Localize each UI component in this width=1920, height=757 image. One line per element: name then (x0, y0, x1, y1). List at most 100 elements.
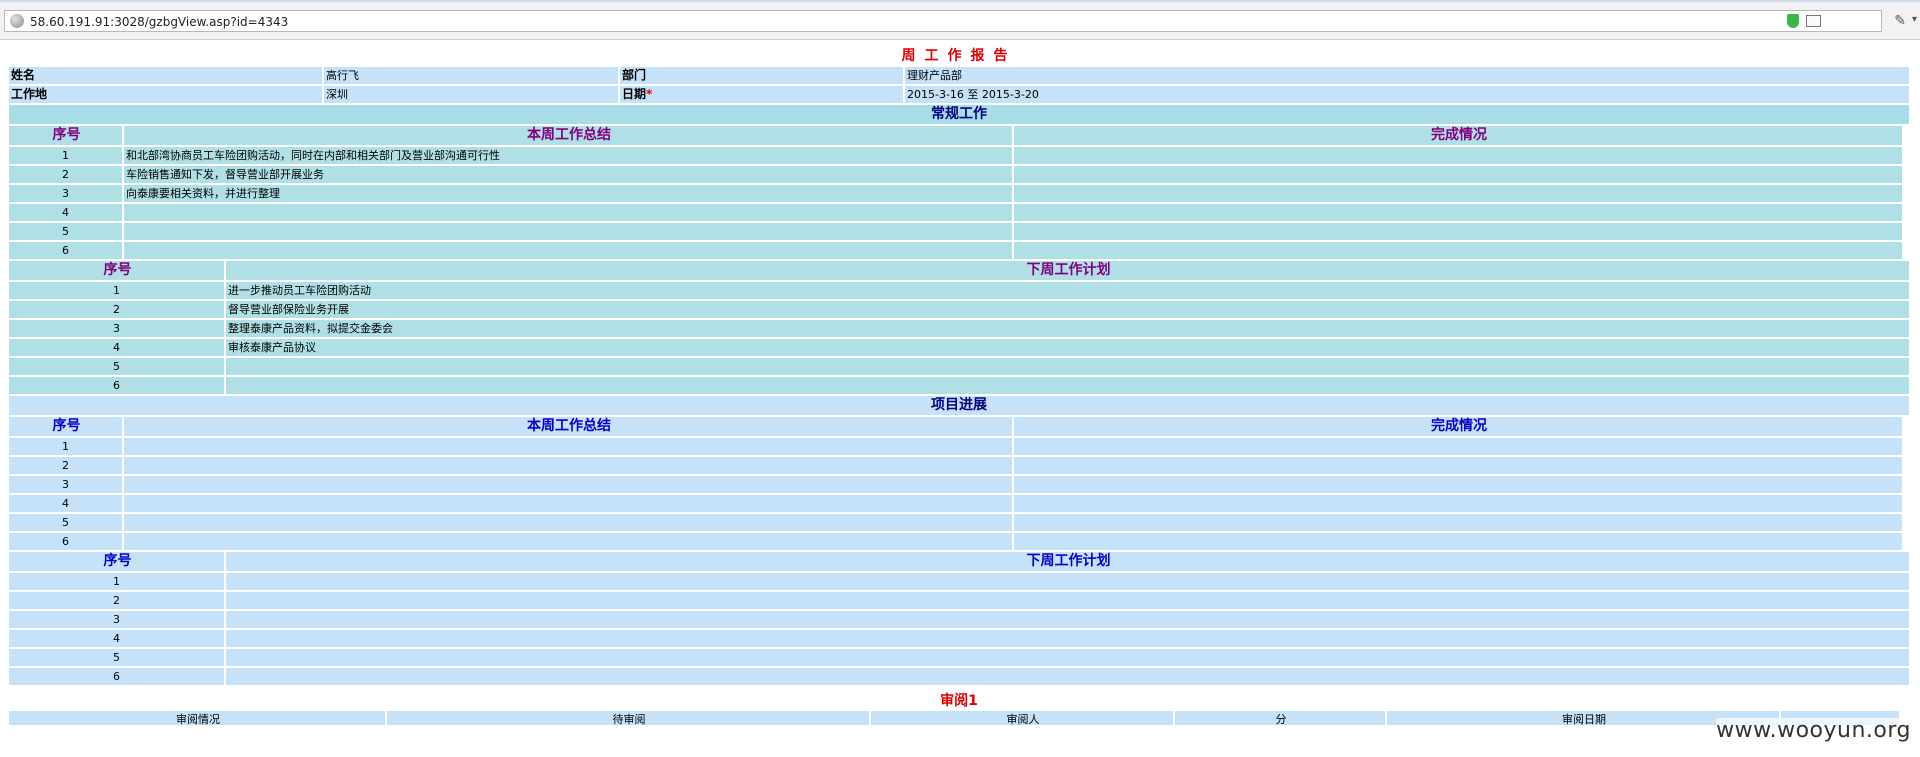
col-header-plan: 下周工作计划 (226, 552, 1909, 571)
col-header-no: 序号 (9, 126, 122, 145)
row-status (1014, 223, 1902, 240)
row-plan (226, 573, 1909, 590)
report-title: 周工作报告 (901, 48, 1017, 64)
col-header-status: 完成情况 (1014, 126, 1902, 145)
col-header-no: 序号 (9, 417, 122, 436)
routine-plan-table: 序号 下周工作计划 1 进一步推动员工车险团购活动 2 督导营业部保险业务开展 … (9, 261, 1909, 394)
col-header-plan: 下周工作计划 (226, 261, 1909, 280)
security-shield-icon[interactable] (1787, 14, 1799, 28)
row-summary (124, 533, 1012, 550)
row-no: 2 (9, 592, 224, 609)
date-value: 2015-3-16 至 2015-3-20 (905, 86, 1909, 103)
row-no: 6 (9, 668, 224, 685)
row-summary: 向泰康要相关资料，并进行整理 (124, 185, 1012, 202)
routine-summary-table: 序号 本周工作总结 完成情况 1 和北部湾协商员工车险团购活动，同时在内部和相关… (9, 126, 1909, 259)
row-status (1014, 242, 1902, 259)
date-label-text: 日期 (622, 87, 647, 101)
name-value: 高行飞 (324, 67, 618, 84)
row-plan (226, 358, 1909, 375)
row-no: 4 (9, 204, 122, 221)
row-summary: 车险销售通知下发，督导营业部开展业务 (124, 166, 1012, 183)
url-text[interactable]: 58.60.191.91:3028/gzbgView.asp?id=4343 (30, 15, 288, 29)
row-summary: 和北部湾协商员工车险团购活动，同时在内部和相关部门及营业部沟通可行性 (124, 147, 1012, 164)
review-title: 审阅1 (940, 693, 978, 709)
row-no: 1 (9, 147, 122, 164)
location-value: 深圳 (324, 86, 618, 103)
row-summary (124, 223, 1012, 240)
row-no: 2 (9, 457, 122, 474)
row-plan (226, 611, 1909, 628)
col-header-summary: 本周工作总结 (124, 417, 1012, 436)
row-no: 3 (9, 185, 122, 202)
col-header-no: 序号 (9, 261, 224, 280)
row-status (1014, 514, 1902, 531)
review-col-score: 分 (1175, 711, 1385, 725)
row-no: 3 (9, 611, 224, 628)
dept-value: 理财产品部 (905, 67, 1909, 84)
review-col-status: 审阅情况 (9, 711, 385, 725)
row-plan (226, 630, 1909, 647)
project-summary-table: 序号 本周工作总结 完成情况 1 2 3 4 5 6 (9, 417, 1909, 550)
row-no: 1 (9, 438, 122, 455)
location-label: 工作地 (9, 86, 322, 103)
row-no: 1 (9, 573, 224, 590)
row-no: 4 (9, 495, 122, 512)
row-status (1014, 438, 1902, 455)
row-status (1014, 147, 1902, 164)
row-status (1014, 204, 1902, 221)
review-header-row: 审阅情况 待审阅 审阅人 分 审阅日期 (9, 711, 1909, 725)
info-grid: 姓名 高行飞 部门 理财产品部 工作地 深圳 日期* 2015-3-16 至 2… (9, 67, 1909, 103)
row-plan: 整理泰康产品资料，拟提交金委会 (226, 320, 1909, 337)
row-plan: 督导营业部保险业务开展 (226, 301, 1909, 318)
dropdown-arrow-icon[interactable]: ▾ (1912, 14, 1917, 25)
browser-address-bar: 58.60.191.91:3028/gzbgView.asp?id=4343 ✎… (0, 3, 1920, 40)
row-no: 3 (9, 320, 224, 337)
globe-icon (10, 14, 24, 28)
row-plan: 进一步推动员工车险团购活动 (226, 282, 1909, 299)
row-plan (226, 668, 1909, 685)
row-plan (226, 592, 1909, 609)
reader-view-icon[interactable] (1806, 15, 1821, 27)
row-status (1014, 495, 1902, 512)
row-status (1014, 533, 1902, 550)
row-no: 2 (9, 166, 122, 183)
row-no: 1 (9, 282, 224, 299)
col-header-summary: 本周工作总结 (124, 126, 1012, 145)
row-no: 6 (9, 242, 122, 259)
row-summary (124, 514, 1012, 531)
required-asterisk: * (646, 87, 653, 101)
project-section-title: 项目进展 (9, 396, 1909, 415)
row-plan (226, 377, 1909, 394)
row-no: 2 (9, 301, 224, 318)
row-no: 6 (9, 377, 224, 394)
routine-section-title: 常规工作 (9, 105, 1909, 124)
row-summary (124, 204, 1012, 221)
col-header-status: 完成情况 (1014, 417, 1902, 436)
dept-label: 部门 (620, 67, 903, 84)
row-no: 3 (9, 476, 122, 493)
row-summary (124, 242, 1012, 259)
report-content: 周工作报告 姓名 高行飞 部门 理财产品部 工作地 深圳 日期* 2015-3-… (9, 45, 1909, 727)
col-header-no: 序号 (9, 552, 224, 571)
row-no: 6 (9, 533, 122, 550)
date-label: 日期* (620, 86, 903, 103)
row-status (1014, 185, 1902, 202)
watermark-text: www.wooyun.org (1716, 718, 1911, 743)
row-summary (124, 476, 1012, 493)
row-no: 4 (9, 630, 224, 647)
row-status (1014, 476, 1902, 493)
row-no: 5 (9, 358, 224, 375)
row-no: 5 (9, 223, 122, 240)
row-status (1014, 166, 1902, 183)
row-summary (124, 438, 1012, 455)
row-summary (124, 495, 1012, 512)
row-no: 5 (9, 514, 122, 531)
row-no: 5 (9, 649, 224, 666)
project-plan-table: 序号 下周工作计划 1 2 3 4 5 6 (9, 552, 1909, 685)
row-plan (226, 649, 1909, 666)
review-col-pending: 待审阅 (387, 711, 869, 725)
tools-icon[interactable]: ✎ (1894, 13, 1906, 29)
row-summary (124, 457, 1012, 474)
row-no: 4 (9, 339, 224, 356)
url-field[interactable]: 58.60.191.91:3028/gzbgView.asp?id=4343 (4, 10, 1882, 32)
